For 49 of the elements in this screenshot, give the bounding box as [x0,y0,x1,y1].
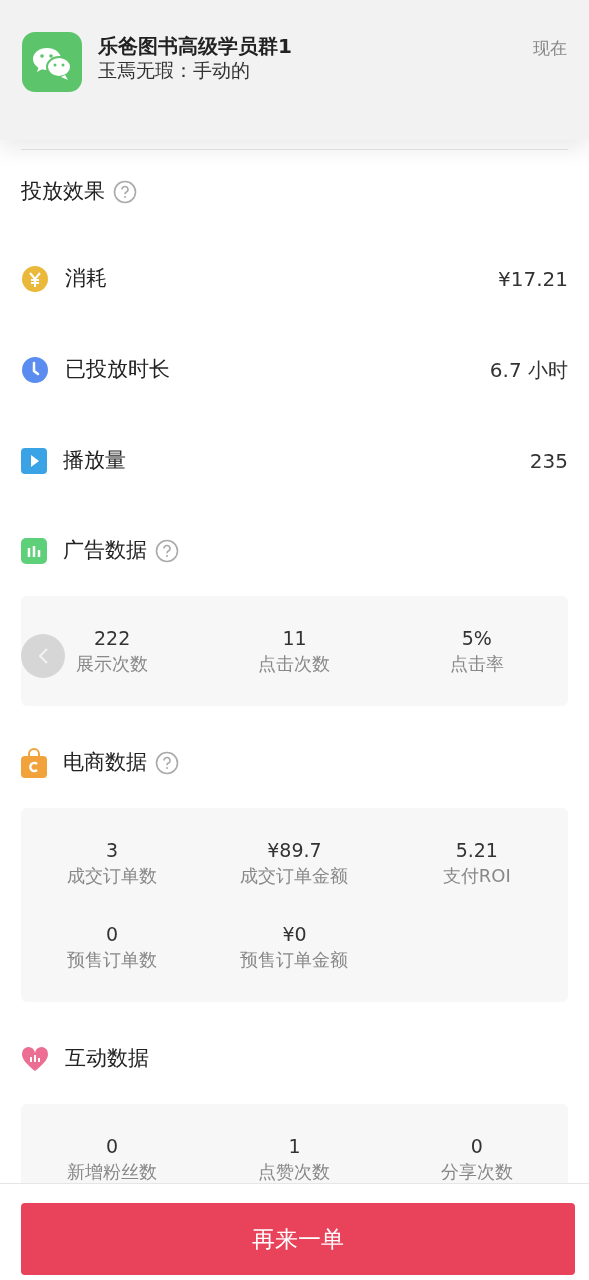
metric-value: ¥0 [282,922,307,947]
help-icon[interactable] [155,539,179,563]
metric-label: 预售订单金额 [240,947,349,972]
help-icon[interactable] [113,179,137,204]
metric-value: 235 [529,447,568,475]
metric-label: 点击率 [449,651,504,676]
metric-label: 分享次数 [440,1159,513,1183]
metric-value: ¥17.21 [498,265,568,293]
metric-label: 预售订单数 [67,947,158,972]
bar-chart-icon [21,538,47,564]
notification-banner[interactable]: 乐爸图书高级学员群1 玉焉无瑕：手动的 现在 [0,0,589,140]
metric-label: 点击次数 [258,651,331,676]
notification-time: 现在 [533,37,567,60]
metric-label: 成交订单金额 [240,863,349,888]
metric-label: 点赞次数 [258,1159,331,1183]
metric-value: 6.7 小时 [489,356,568,384]
heart-icon [21,1046,49,1072]
order-again-button[interactable]: 再来一单 [21,1203,575,1275]
notification-title: 乐爸图书高级学员群1 [98,34,293,58]
metric-value: ¥89.7 [267,838,322,863]
metric-value: 11 [282,626,307,651]
notification-message: 玉焉无瑕：手动的 [98,58,251,83]
metric-value: 1 [288,1134,301,1159]
chevron-left-icon [38,648,48,664]
play-icon [21,447,47,474]
section-title: 互动数据 [65,1045,149,1073]
chat-app-icon [22,32,82,92]
metric-label: 成交订单数 [67,863,158,888]
shopping-bag-icon [21,748,47,778]
metric-value: 0 [106,922,119,947]
metric-value: 0 [106,1134,119,1159]
metric-label: 消耗 [65,264,107,292]
section-title: 投放效果 [21,177,105,205]
section-title: 电商数据 [63,749,147,777]
help-icon[interactable] [155,751,179,775]
previous-button[interactable] [21,634,65,678]
metric-value: 5% [461,626,492,651]
metric-label: 新增粉丝数 [67,1159,158,1183]
metric-label: 播放量 [63,446,126,474]
coin-icon [21,264,49,293]
metric-value: 0 [470,1134,483,1159]
section-title: 广告数据 [63,537,147,565]
metric-label: 支付ROI [442,863,511,888]
clock-icon [21,355,49,384]
metric-value: 222 [94,626,131,651]
metric-value: 3 [106,838,119,863]
metric-value: 5.21 [455,838,498,863]
metric-label: 展示次数 [76,651,149,676]
metric-label: 已投放时长 [65,355,170,383]
